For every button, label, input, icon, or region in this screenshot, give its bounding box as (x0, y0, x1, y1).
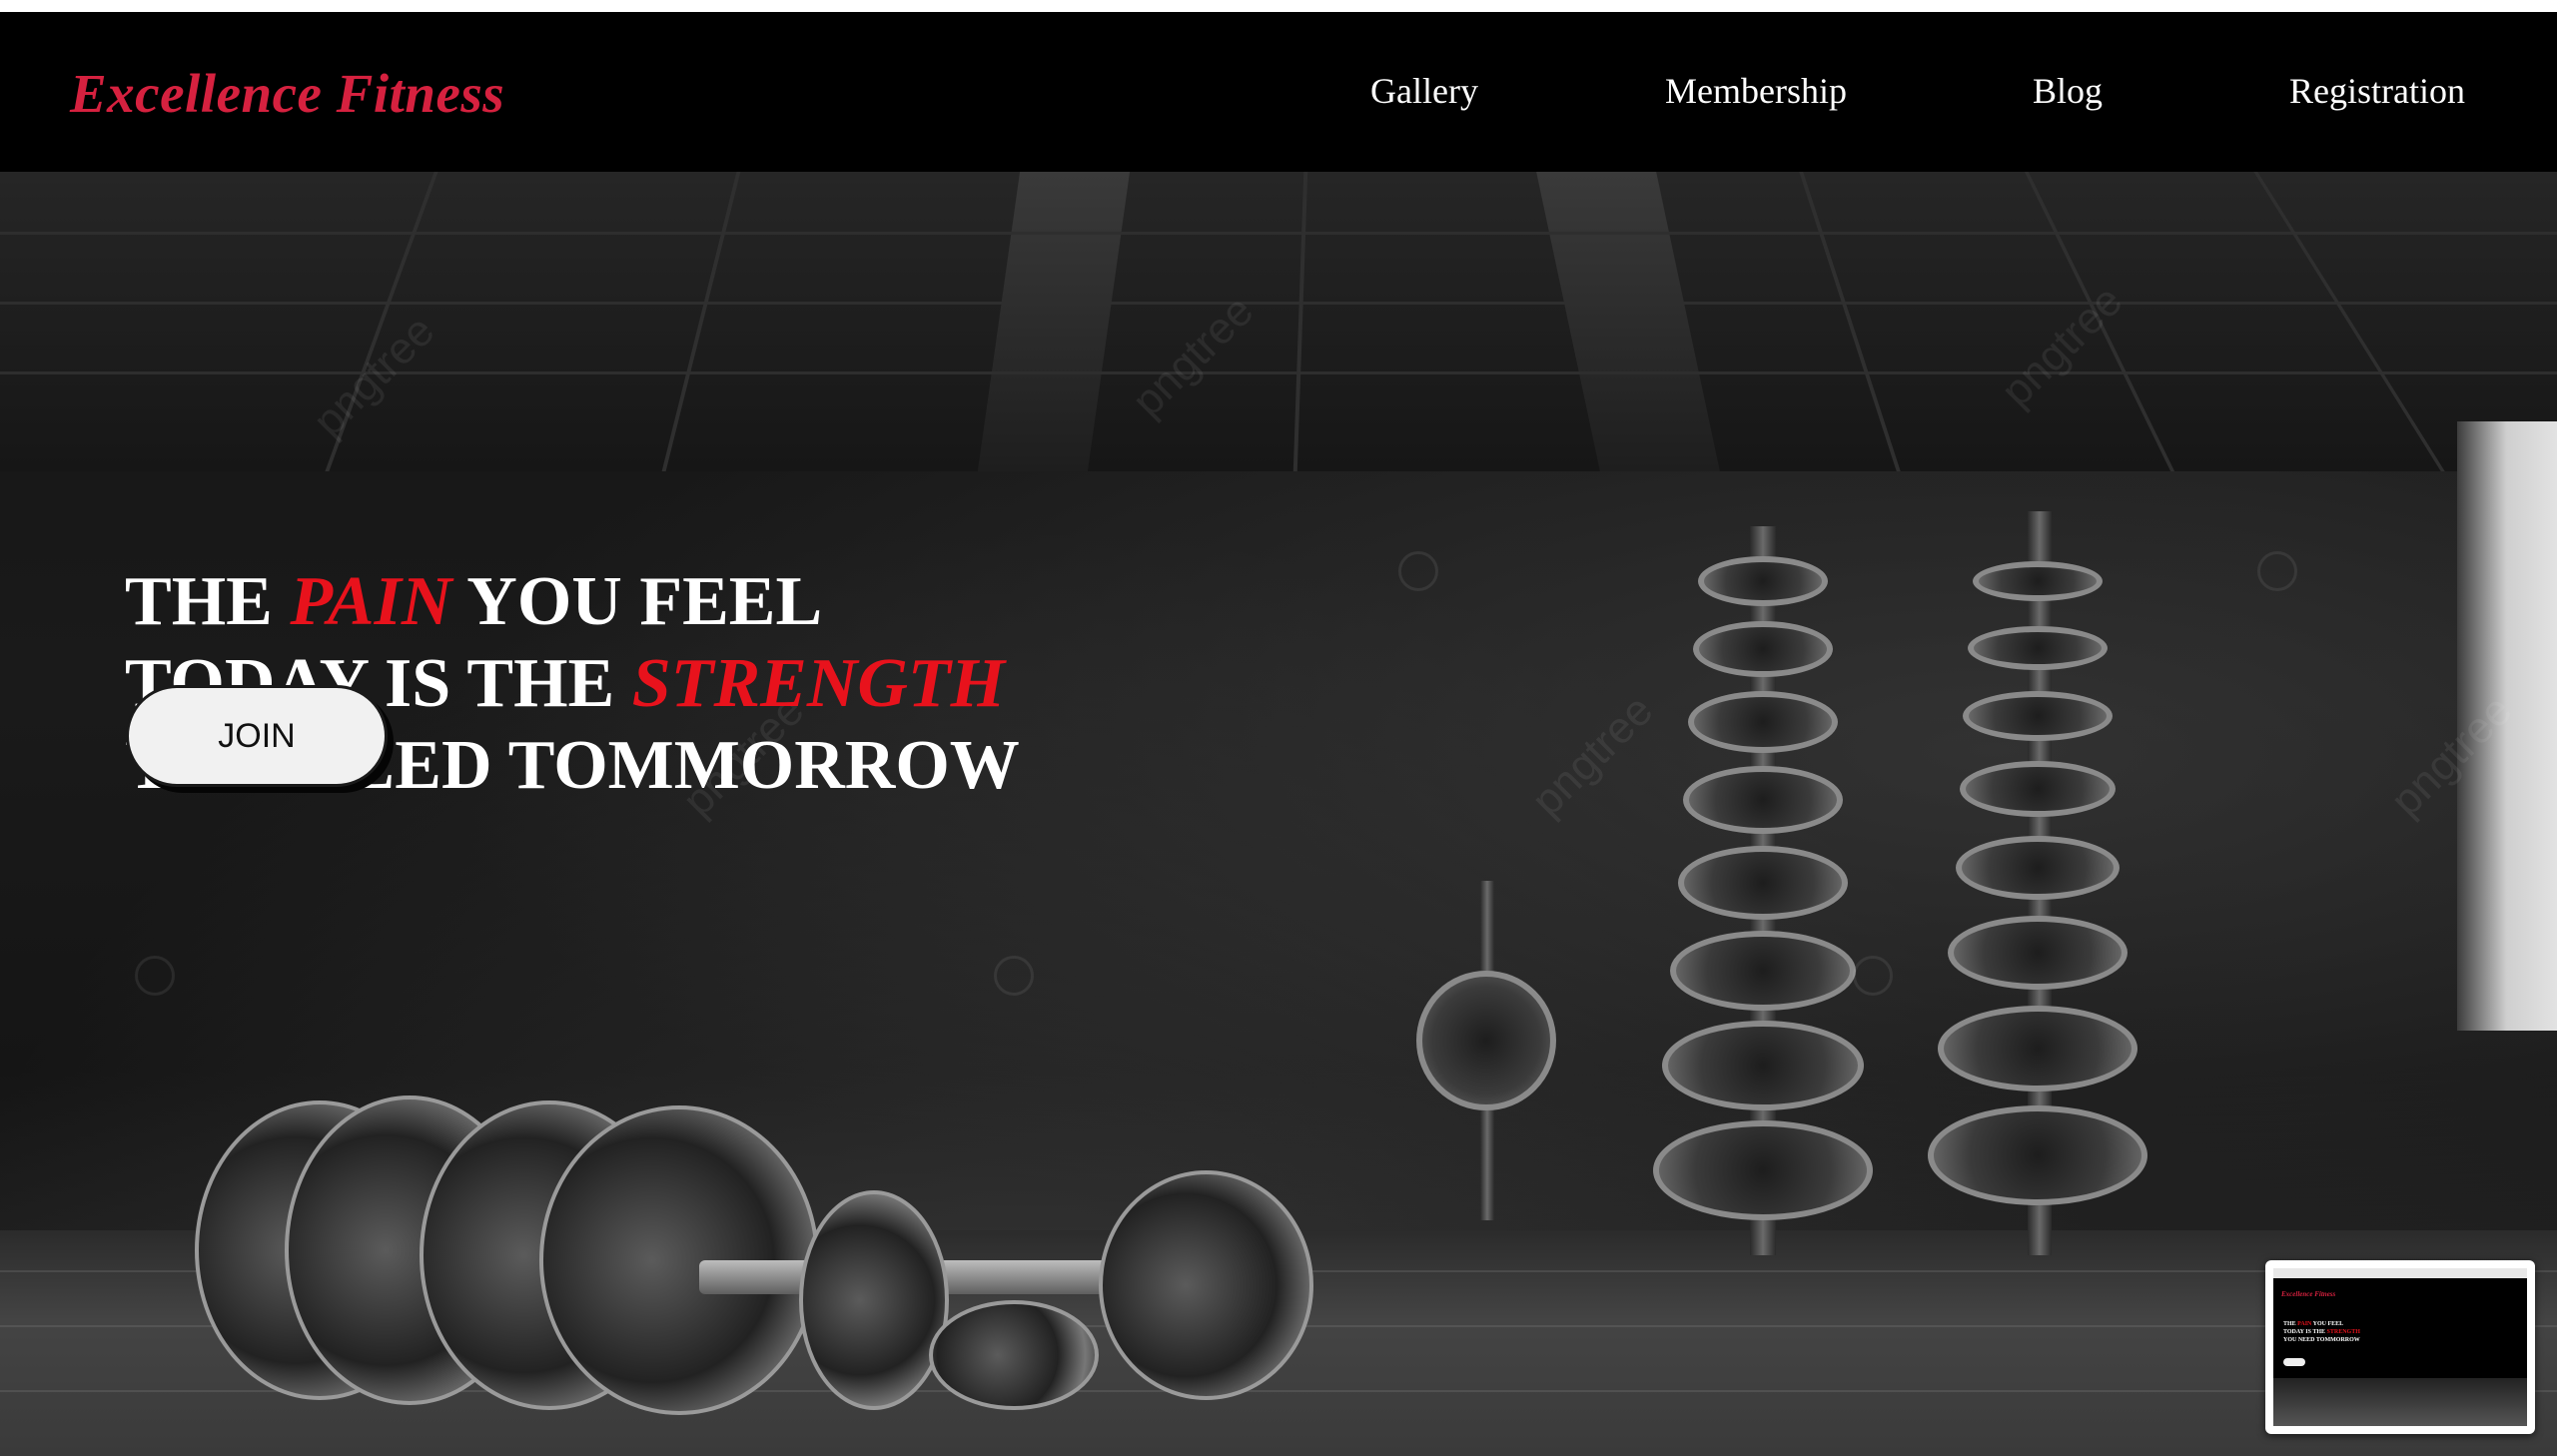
weight-plate (1973, 561, 2103, 601)
thumbnail-accent: PAIN (2297, 1321, 2312, 1327)
watermark-copyright-icon (2257, 551, 2297, 591)
nav-registration[interactable]: Registration (2289, 70, 2465, 112)
page: Excellence Fitness Gallery Membership Bl… (0, 0, 2557, 1456)
ceiling-beam (1536, 172, 1720, 471)
machine-weight-plate (1416, 971, 1556, 1110)
brand-logo[interactable]: Excellence Fitness (70, 62, 504, 125)
weight-plate (1688, 691, 1838, 753)
ceiling-grid-line (1799, 172, 1901, 471)
ceiling-grid-line (0, 232, 2557, 235)
headline-text: YOU FEEL (451, 563, 823, 640)
ceiling-grid-line (661, 172, 741, 471)
kettlebell (929, 1300, 1099, 1410)
dumbbell-plate (1099, 1170, 1313, 1400)
thumbnail-brand: Excellence Fitness (2281, 1290, 2336, 1298)
weight-plate (1956, 836, 2120, 900)
top-strip (0, 0, 2557, 12)
thumbnail-text: THE (2283, 1321, 2298, 1327)
nav-blog[interactable]: Blog (2033, 70, 2103, 112)
nav-membership[interactable]: Membership (1665, 70, 1847, 112)
navbar: Excellence Fitness Gallery Membership Bl… (0, 12, 2557, 172)
weight-plate (1678, 846, 1848, 920)
ceiling-grid-line (1292, 172, 1308, 471)
weight-plate (1653, 1120, 1873, 1220)
weight-plate (1693, 621, 1833, 677)
ceiling-grid-line (2253, 172, 2445, 471)
thumbnail-text: YOU NEED TOMMORROW (2283, 1337, 2360, 1343)
watermark-copyright-icon (994, 956, 1034, 996)
watermark-copyright-icon (135, 956, 175, 996)
ceiling-grid-line (0, 302, 2557, 305)
thumbnail-scene (2273, 1378, 2527, 1426)
watermark-copyright-icon (1398, 551, 1438, 591)
dumbbell-plate (799, 1190, 949, 1410)
weight-plate (1683, 766, 1843, 834)
weight-plate (1698, 556, 1828, 606)
join-button[interactable]: JOIN (126, 685, 388, 787)
thumbnail-text: TODAY IS THE (2283, 1329, 2327, 1335)
hero-section: pngtree pngtree pngtree pngtree pngtree … (0, 172, 2557, 1456)
thumbnail-join-button (2283, 1358, 2305, 1366)
weight-plate (1963, 691, 2113, 741)
thumbnail-headline: THE PAIN YOU FEEL TODAY IS THE STRENGTH … (2283, 1320, 2403, 1344)
weight-plate (1670, 931, 1856, 1011)
headline-accent-strength: STRENGTH (631, 645, 1006, 722)
thumbnail-accent: STRENGTH (2326, 1329, 2360, 1335)
weight-plate (1938, 1006, 2137, 1092)
thumbnail-browser-bar (2273, 1268, 2527, 1278)
thumbnail-text: YOU FEEL (2311, 1321, 2344, 1327)
screenshot-thumbnail[interactable]: Excellence Fitness THE PAIN YOU FEEL TOD… (2265, 1260, 2535, 1434)
thumbnail-preview: Excellence Fitness THE PAIN YOU FEEL TOD… (2273, 1268, 2527, 1426)
watermark-text: pngtree (1522, 685, 1663, 826)
weight-plate (1948, 916, 2128, 990)
nav-gallery[interactable]: Gallery (1370, 70, 1478, 112)
weight-plate (1968, 626, 2108, 670)
weight-plate (1662, 1021, 1864, 1110)
headline-text: THE (125, 563, 291, 640)
headline-line-1: THE PAIN YOU FEEL (125, 561, 1124, 643)
weight-plate (1928, 1105, 2147, 1205)
weight-plate (1960, 761, 2116, 817)
ceiling-beam (977, 172, 1131, 471)
gym-ceiling (0, 172, 2557, 471)
headline-accent-pain: PAIN (290, 563, 452, 640)
watermark-copyright-icon (1853, 956, 1893, 996)
